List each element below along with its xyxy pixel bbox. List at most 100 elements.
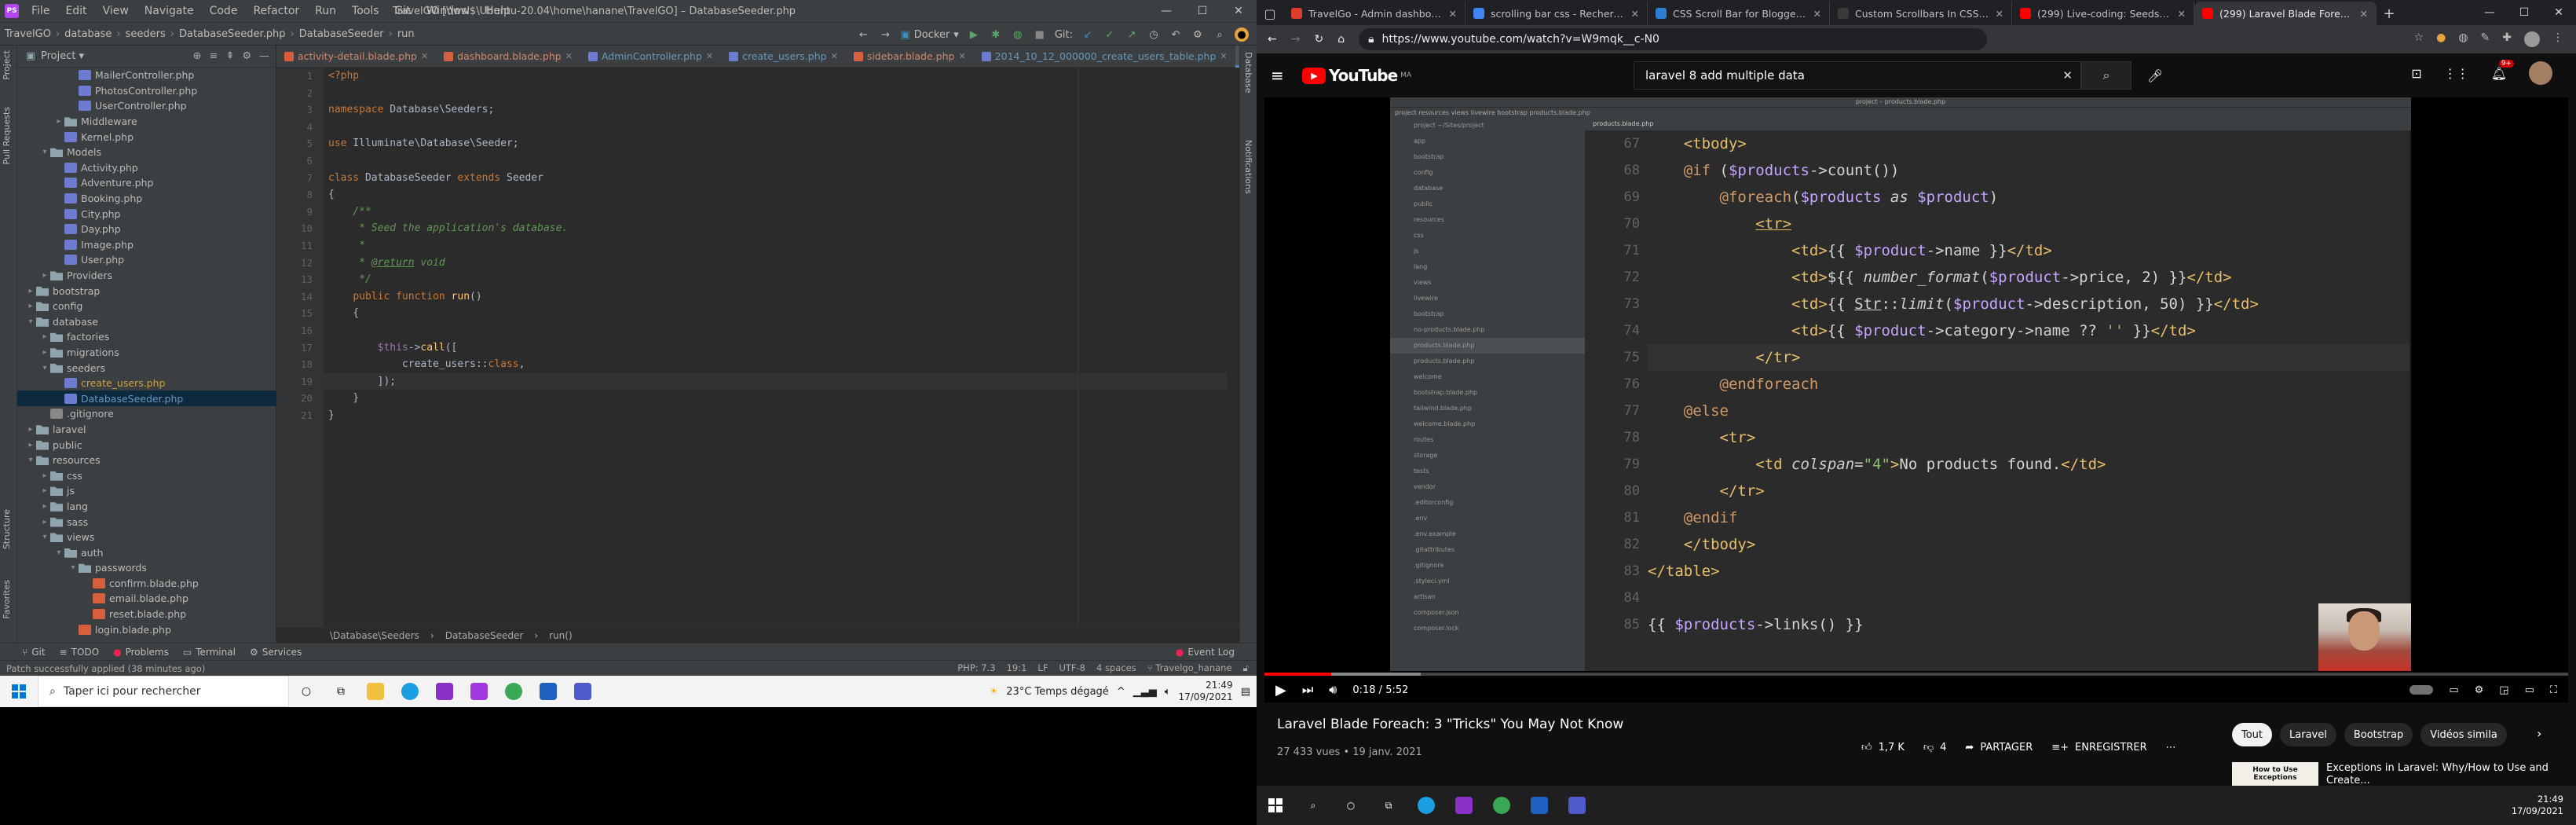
recommended-thumbnail[interactable]: How to Use Exceptions <box>2232 762 2318 786</box>
dislike-button[interactable]: 👎︎ 4 <box>1923 742 1946 754</box>
chip-similar[interactable]: Vidéos simila <box>2420 723 2507 746</box>
tree-file[interactable]: MailerController.php <box>17 68 276 83</box>
tree-folder[interactable]: ▸ Middleware <box>17 114 276 130</box>
tool-git[interactable]: ⑂ Git <box>22 647 46 658</box>
tree-folder[interactable]: ▸ Providers <box>17 268 276 284</box>
chevron-right-icon[interactable]: ▸ <box>39 471 50 480</box>
chevron-right-icon[interactable]: ▸ <box>39 271 50 280</box>
project-label[interactable]: Project <box>41 50 75 62</box>
tool-services[interactable]: ⚙ Services <box>250 647 302 658</box>
breadcrumb-item[interactable]: database <box>60 28 116 40</box>
autoplay-toggle[interactable] <box>2410 685 2434 695</box>
menu-item-navigate[interactable]: Navigate <box>137 5 202 17</box>
extension-icon-1[interactable]: ● <box>2436 31 2446 47</box>
weather-text[interactable]: 23°C Temps dégagé <box>1006 686 1109 698</box>
close-tab-icon[interactable]: ✕ <box>1220 51 1227 61</box>
back-icon[interactable]: ← <box>1268 33 1277 46</box>
video-progress-bar[interactable] <box>1264 673 2568 676</box>
profile-icon[interactable] <box>2524 31 2540 47</box>
tree-file[interactable]: email.blade.php <box>17 591 276 607</box>
recommended-video[interactable]: How to Use Exceptions Exceptions in Lara… <box>2232 762 2562 786</box>
editor-tab[interactable]: sidebar.blade.php ✕ <box>846 46 974 68</box>
updates-icon[interactable]: ● <box>1235 28 1249 42</box>
miniplayer-icon[interactable]: ◲ <box>2499 684 2508 696</box>
taskbar-search-input[interactable]: ⌕ Taper ici pour rechercher <box>38 676 289 707</box>
recommended-title[interactable]: Exceptions in Laravel: Why/How to Use an… <box>2326 762 2562 786</box>
editor-tab[interactable]: activity-detail.blade.php ✕ <box>276 46 436 68</box>
tree-folder[interactable]: ▾ resources <box>17 453 276 468</box>
rollback-icon[interactable]: ↶ <box>1169 28 1183 42</box>
tree-file[interactable]: .gitignore <box>17 406 276 422</box>
line-number[interactable]: 9 <box>276 204 324 221</box>
stop-icon[interactable]: ■ <box>1033 28 1047 42</box>
tree-folder[interactable]: ▾ database <box>17 314 276 330</box>
clock-date[interactable]: 17/09/2021 <box>1179 691 1233 703</box>
menu-item-file[interactable]: File <box>24 5 57 17</box>
tray-chevron-icon[interactable]: ^ <box>1117 686 1125 698</box>
chevron-right-icon[interactable]: ▸ <box>25 302 36 310</box>
line-number[interactable]: 21 <box>276 407 324 424</box>
forward-icon[interactable]: → <box>1291 33 1301 46</box>
git-update-icon[interactable]: ↙ <box>1081 28 1095 42</box>
windows-start-icon[interactable] <box>0 676 38 707</box>
forward-icon[interactable]: → <box>878 28 892 42</box>
chevron-right-icon[interactable]: ▸ <box>39 486 50 495</box>
next-icon[interactable]: ⏭︎ <box>1302 682 1313 698</box>
avatar[interactable] <box>2529 61 2552 85</box>
voice-search-icon[interactable]: 🎤︎ <box>2144 64 2166 86</box>
subtitles-icon[interactable]: ▭ <box>2449 684 2458 696</box>
close-tab-icon[interactable]: ✕ <box>2178 8 2186 20</box>
chevron-right-icon[interactable]: ▸ <box>25 441 36 449</box>
breadcrumb-item[interactable]: seeders <box>121 28 170 40</box>
locate-icon[interactable]: ⊕ <box>193 50 202 62</box>
menu-item-tools[interactable]: Tools <box>344 5 387 17</box>
windows-start-icon[interactable] <box>1257 786 1294 825</box>
close-tab-icon[interactable]: ✕ <box>1813 8 1821 20</box>
status-indent[interactable]: 4 spaces <box>1096 662 1136 674</box>
menu-item-run[interactable]: Run <box>307 5 344 17</box>
theater-mode-icon[interactable]: ▭ <box>2525 684 2534 696</box>
chevron-down-icon[interactable]: ▾ <box>25 456 36 464</box>
tree-file[interactable]: create_users.php <box>17 376 276 391</box>
tree-folder[interactable]: ▸ migrations <box>17 345 276 361</box>
tool-tab-notifications[interactable]: Notifications <box>1243 140 1253 194</box>
chevron-down-icon[interactable]: ▾ <box>68 563 79 572</box>
line-number[interactable]: 1 <box>276 68 324 85</box>
status-branch[interactable]: ⑂ Travelgo_hanane <box>1147 662 1232 674</box>
teams-icon[interactable] <box>1558 786 1596 825</box>
extension-icon-2[interactable]: ◍ <box>2458 31 2468 47</box>
bookmark-star-icon[interactable]: ☆ <box>2414 31 2424 47</box>
edge-icon[interactable] <box>393 676 427 707</box>
chevron-down-icon[interactable]: ▾ <box>39 148 50 156</box>
fullscreen-icon[interactable]: ⛶ <box>2550 684 2557 696</box>
chrome-icon[interactable] <box>496 676 531 707</box>
reload-icon[interactable]: ↻ <box>1314 33 1323 46</box>
code-crumb-class[interactable]: DatabaseSeeder <box>445 630 524 641</box>
app-icon-2[interactable] <box>462 676 496 707</box>
browser-tab[interactable]: scrolling bar css - Recherche Go ✕ <box>1465 2 1648 25</box>
tool-problems[interactable]: ● Problems <box>113 647 169 658</box>
edge-icon[interactable] <box>1407 786 1445 825</box>
url-input[interactable]: 🔒︎ https://www.youtube.com/watch?v=W9mqk… <box>1359 28 1988 50</box>
tree-file[interactable]: Activity.php <box>17 160 276 176</box>
chevron-down-icon[interactable]: ▾ <box>53 548 64 557</box>
tab-search-icon[interactable]: ▢ <box>1257 2 1283 25</box>
chevron-down-icon[interactable]: ▾ <box>39 533 50 541</box>
tree-file[interactable]: PhotosController.php <box>17 83 276 99</box>
line-number[interactable]: 10 <box>276 220 324 237</box>
close-tab-icon[interactable]: ✕ <box>1996 8 2003 20</box>
youtube-search-button[interactable]: ⌕ <box>2081 61 2131 90</box>
line-number[interactable]: 13 <box>276 271 324 288</box>
tree-file[interactable]: City.php <box>17 206 276 222</box>
settings-icon[interactable]: ⚙ <box>2475 684 2484 696</box>
tool-terminal[interactable]: ▭ Terminal <box>183 647 236 658</box>
tree-folder[interactable]: ▸ lang <box>17 499 276 515</box>
chevron-right-icon[interactable]: ▸ <box>53 117 64 126</box>
line-number[interactable]: 19 <box>276 373 324 390</box>
tree-folder[interactable]: ▸ factories <box>17 329 276 345</box>
extension-icon-3[interactable]: ✎ <box>2481 31 2490 47</box>
line-number[interactable]: 14 <box>276 288 324 306</box>
run-icon[interactable]: ▶ <box>967 28 981 42</box>
volume-icon[interactable]: 🔊︎ <box>1329 682 1337 698</box>
chip-all[interactable]: Tout <box>2232 723 2273 746</box>
